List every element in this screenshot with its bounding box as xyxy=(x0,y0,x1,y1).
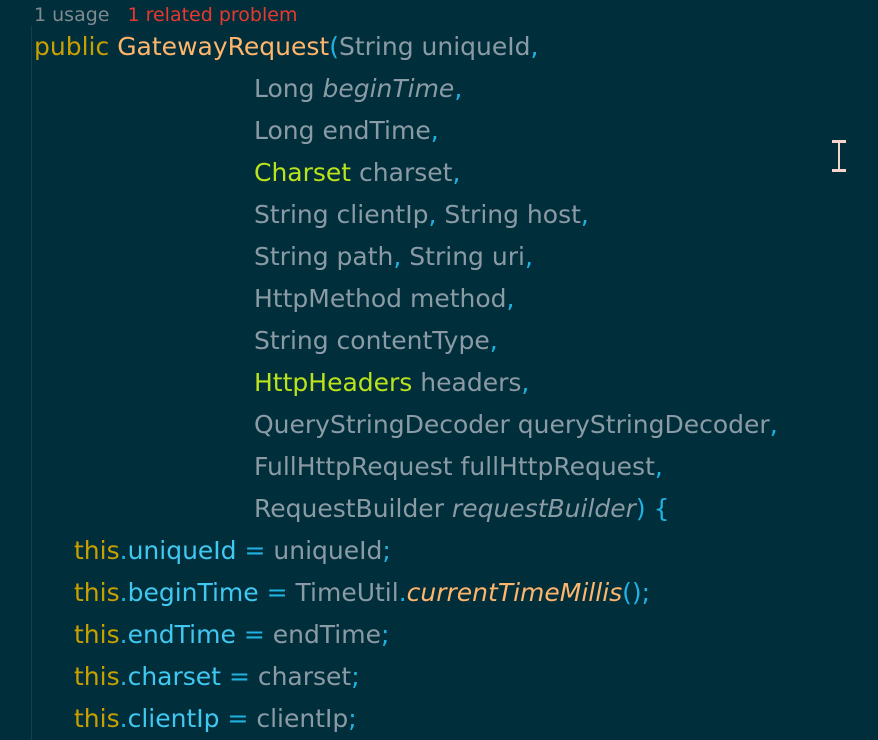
token-assign-endTime-4: = xyxy=(243,620,265,649)
token-assign-charset-6: ; xyxy=(351,662,360,691)
token-param-charset-1: charset xyxy=(351,158,453,187)
token-assign-charset-2: charset xyxy=(127,662,221,691)
token-param-path-uri-3: , xyxy=(524,242,533,271)
token-assign-uniqueId-2: uniqueId xyxy=(127,536,237,565)
token-param-method-1: , xyxy=(506,284,515,313)
token-param-beginTime-0: Long xyxy=(254,74,323,103)
inlay-hint-row: 1 usage 1 related problem xyxy=(0,0,878,26)
token-assign-uniqueId-0: this xyxy=(74,536,120,565)
token-param-endTime-1: , xyxy=(430,116,439,145)
token-param-headers-2: , xyxy=(521,368,530,397)
token-param-path-uri-0: String path xyxy=(254,242,394,271)
token-assign-beginTime-6: . xyxy=(398,578,407,607)
token-assign-clientIp-0: this xyxy=(74,704,120,733)
token-param-requestBuilder-4: { xyxy=(653,494,670,523)
code-line-assign-charset[interactable]: this.charset = charset; xyxy=(0,656,878,698)
token-assign-beginTime-3 xyxy=(259,578,267,607)
token-param-headers-1: headers xyxy=(412,368,522,397)
token-assign-charset-3 xyxy=(221,662,229,691)
token-assign-charset-5: charset xyxy=(249,662,352,691)
token-assign-beginTime-0: this xyxy=(74,578,120,607)
token-assign-endTime-6: ; xyxy=(381,620,390,649)
token-assign-charset-4: = xyxy=(228,662,250,691)
code-line-param-queryStringDecoder[interactable]: QueryStringDecoder queryStringDecoder, xyxy=(0,404,878,446)
token-assign-uniqueId-6: ; xyxy=(382,536,391,565)
token-param-fullHttpRequest-1: , xyxy=(654,452,663,481)
code-line-sig-line[interactable]: public GatewayRequest(String uniqueId, xyxy=(0,26,878,68)
token-assign-clientIp-6: ; xyxy=(348,704,357,733)
token-assign-beginTime-8: (); xyxy=(622,578,651,607)
token-param-requestBuilder-0: RequestBuilder xyxy=(254,494,452,523)
code-line-param-fullHttpRequest[interactable]: FullHttpRequest fullHttpRequest, xyxy=(0,446,878,488)
code-line-param-requestBuilder[interactable]: RequestBuilder requestBuilder) { xyxy=(0,488,878,530)
token-param-beginTime-2: , xyxy=(454,74,463,103)
code-line-param-clientIp-host[interactable]: String clientIp, String host, xyxy=(0,194,878,236)
code-line-assign-clientIp[interactable]: this.clientIp = clientIp; xyxy=(0,698,878,740)
token-assign-clientIp-2: clientIp xyxy=(127,704,220,733)
token-assign-beginTime-4: = xyxy=(266,578,288,607)
token-assign-clientIp-5: clientIp xyxy=(248,704,349,733)
token-assign-beginTime-5: TimeUtil xyxy=(287,578,399,607)
code-lines-container[interactable]: public GatewayRequest(String uniqueId, Lo… xyxy=(0,26,878,740)
code-content[interactable]: 1 usage 1 related problem public Gateway… xyxy=(0,0,878,740)
token-param-beginTime-1: beginTime xyxy=(322,74,455,103)
code-line-param-contentType[interactable]: String contentType, xyxy=(0,320,878,362)
token-param-endTime-0: Long endTime xyxy=(254,116,431,145)
token-assign-endTime-5: endTime xyxy=(264,620,381,649)
token-param-requestBuilder-1: requestBuilder xyxy=(451,494,636,523)
token-param-clientIp-host-2: String host xyxy=(436,200,581,229)
token-assign-charset-0: this xyxy=(74,662,120,691)
token-assign-uniqueId-1: . xyxy=(119,536,128,565)
token-param-charset-0: Charset xyxy=(254,158,352,187)
token-assign-clientIp-1: . xyxy=(119,704,128,733)
token-param-queryStringDecoder-1: , xyxy=(769,410,778,439)
code-line-assign-endTime[interactable]: this.endTime = endTime; xyxy=(0,614,878,656)
token-assign-endTime-0: this xyxy=(74,620,120,649)
token-sig-line-2: GatewayRequest xyxy=(117,32,330,61)
token-param-fullHttpRequest-0: FullHttpRequest fullHttpRequest xyxy=(254,452,655,481)
token-assign-beginTime-7: currentTimeMillis xyxy=(406,578,623,607)
token-sig-line-5: , xyxy=(530,32,539,61)
token-param-clientIp-host-0: String clientIp xyxy=(254,200,429,229)
token-assign-clientIp-4: = xyxy=(227,704,249,733)
code-line-param-path-uri[interactable]: String path, String uri, xyxy=(0,236,878,278)
code-editor-viewport[interactable]: 1 usage 1 related problem public Gateway… xyxy=(0,0,878,740)
code-line-assign-uniqueId[interactable]: this.uniqueId = uniqueId; xyxy=(0,530,878,572)
token-assign-endTime-3 xyxy=(236,620,244,649)
token-param-queryStringDecoder-0: QueryStringDecoder queryStringDecoder xyxy=(254,410,770,439)
code-line-param-charset[interactable]: Charset charset, xyxy=(0,152,878,194)
token-param-charset-2: , xyxy=(452,158,461,187)
token-assign-beginTime-2: beginTime xyxy=(127,578,259,607)
related-problem-hint[interactable]: 1 related problem xyxy=(127,4,297,26)
token-param-requestBuilder-3 xyxy=(646,494,654,523)
token-sig-line-0: public xyxy=(34,32,110,61)
token-param-method-0: HttpMethod method xyxy=(254,284,507,313)
code-line-param-endTime[interactable]: Long endTime, xyxy=(0,110,878,152)
token-assign-uniqueId-4: = xyxy=(244,536,266,565)
token-param-contentType-0: String contentType xyxy=(254,326,490,355)
token-assign-charset-1: . xyxy=(119,662,128,691)
token-param-clientIp-host-3: , xyxy=(580,200,589,229)
token-assign-endTime-2: endTime xyxy=(127,620,236,649)
code-line-param-method[interactable]: HttpMethod method, xyxy=(0,278,878,320)
token-param-headers-0: HttpHeaders xyxy=(254,368,413,397)
token-sig-line-3: ( xyxy=(329,32,339,61)
token-assign-beginTime-1: . xyxy=(119,578,128,607)
code-line-assign-beginTime[interactable]: this.beginTime = TimeUtil.currentTimeMil… xyxy=(0,572,878,614)
token-assign-uniqueId-3 xyxy=(237,536,245,565)
token-assign-uniqueId-5: uniqueId xyxy=(265,536,383,565)
token-assign-endTime-1: . xyxy=(119,620,128,649)
token-sig-line-1 xyxy=(109,32,117,61)
token-sig-line-4: String uniqueId xyxy=(338,32,531,61)
token-param-requestBuilder-2: ) xyxy=(635,494,646,523)
token-param-path-uri-2: String uri xyxy=(401,242,525,271)
token-param-contentType-1: , xyxy=(489,326,498,355)
usage-count-hint[interactable]: 1 usage xyxy=(34,4,109,26)
code-line-param-headers[interactable]: HttpHeaders headers, xyxy=(0,362,878,404)
code-line-param-beginTime[interactable]: Long beginTime, xyxy=(0,68,878,110)
